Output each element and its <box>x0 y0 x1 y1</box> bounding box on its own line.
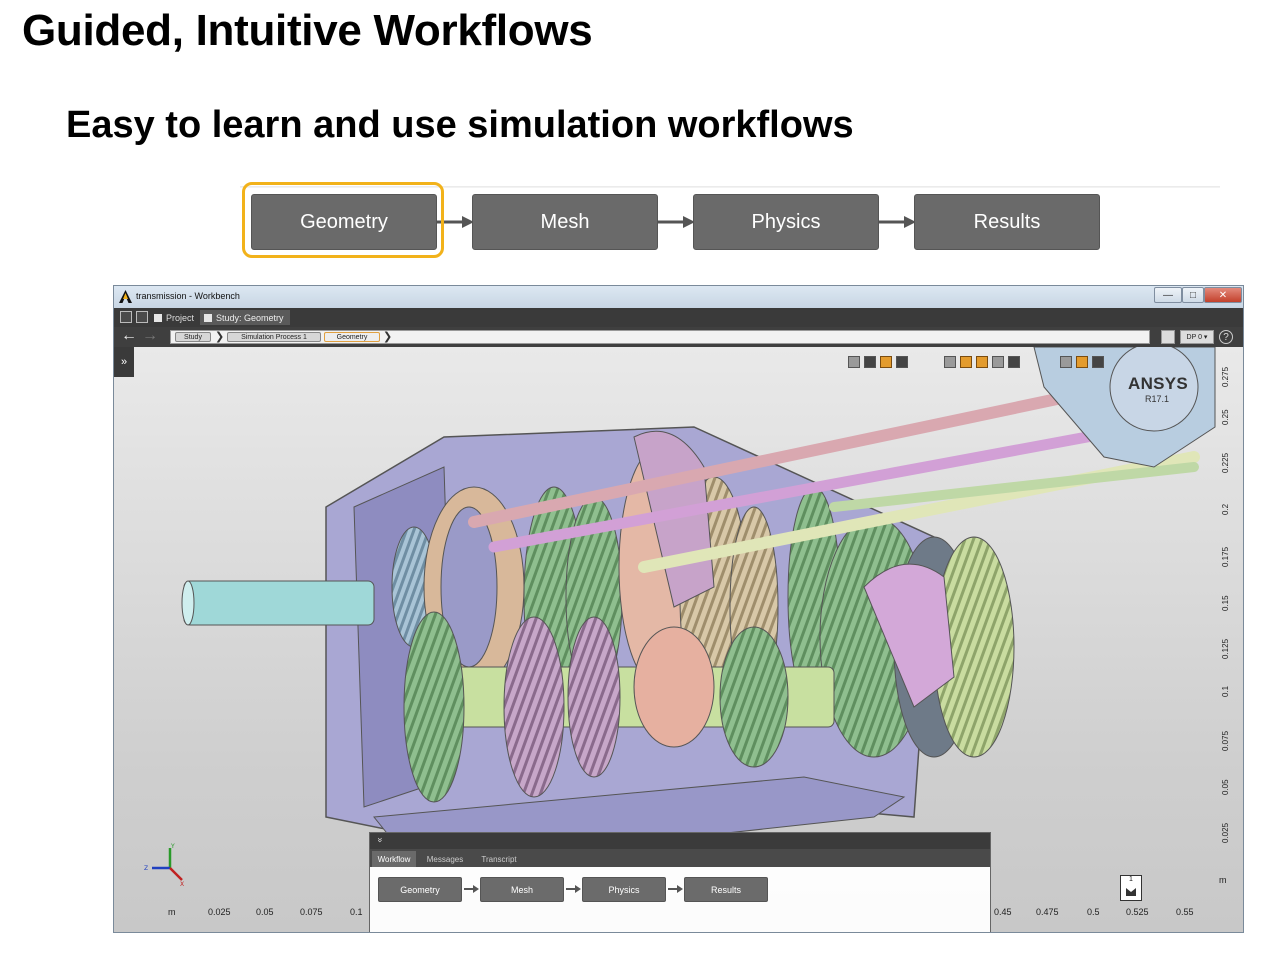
ruler-tick: 0.525 <box>1126 907 1149 917</box>
display-mode-icon[interactable] <box>1008 356 1020 368</box>
menu-icon[interactable] <box>120 311 132 323</box>
ruler-tick: 0.025 <box>208 907 231 917</box>
panel-physics-button[interactable]: Physics <box>582 877 666 902</box>
ruler-tick: 0.55 <box>1176 907 1194 917</box>
tab-workflow[interactable]: Workflow <box>372 851 416 867</box>
ruler-tick: 0.075 <box>300 907 323 917</box>
study-tab-icon <box>204 313 212 322</box>
workflow-arrow-icon <box>668 885 683 893</box>
save-icon[interactable] <box>136 311 148 323</box>
workbench-window: transmission - Workbench — □ ✕ Project S… <box>113 285 1244 933</box>
panel-mesh-button[interactable]: Mesh <box>480 877 564 902</box>
ruler-tick: 0.05 <box>1221 779 1230 795</box>
tab-messages[interactable]: Messages <box>420 851 470 867</box>
panel-geometry-button[interactable]: Geometry <box>378 877 462 902</box>
slide-subtitle: Easy to learn and use simulation workflo… <box>66 104 854 146</box>
tab-project[interactable]: Project <box>150 310 200 325</box>
ruler-tick: 0.45 <box>994 907 1012 917</box>
collapse-panel-icon[interactable]: » <box>376 837 386 842</box>
workflow-arrow-icon <box>657 216 695 228</box>
minimize-button[interactable]: — <box>1154 287 1182 303</box>
breadcrumb-separator-icon: ❯ <box>215 331 225 343</box>
workflow-physics-button[interactable]: Physics <box>693 194 879 250</box>
view-front-icon[interactable] <box>944 356 956 368</box>
window-titlebar: transmission - Workbench — □ ✕ <box>114 286 1243 308</box>
zoom-box-icon[interactable] <box>1076 356 1088 368</box>
panel-tab-bar: Workflow Messages Transcript <box>370 849 990 867</box>
ruler-tick: 0.125 <box>1221 638 1230 659</box>
workflow-arrow-icon <box>878 216 916 228</box>
ruler-tick: 0.275 <box>1221 366 1230 387</box>
ruler-tick: 0.1 <box>1221 685 1230 697</box>
tab-transcript[interactable]: Transcript <box>474 851 524 867</box>
ruler-tick: 0.5 <box>1087 907 1100 917</box>
navigation-bar: ← → Study ❯ Simulation Process 1 Geometr… <box>114 327 1243 347</box>
view-iso-icon[interactable] <box>992 356 1004 368</box>
triad-x-label: X <box>180 881 184 886</box>
workflow-arrow-icon <box>566 885 581 893</box>
breadcrumb-simulation-process[interactable]: Simulation Process 1 <box>227 332 321 342</box>
tab-bar: Project Study: Geometry <box>114 308 1243 327</box>
ruler-tick: 0.225 <box>1221 452 1230 473</box>
coordinate-triad-icon: Y Z X <box>144 843 184 886</box>
ruler-unit: m <box>168 907 176 917</box>
panel-header: » <box>370 833 990 849</box>
snapshot-icon <box>1126 888 1136 896</box>
panel-results-button[interactable]: Results <box>684 877 768 902</box>
ruler-unit: m <box>1219 875 1227 885</box>
select-body-icon[interactable] <box>896 356 908 368</box>
ansys-version: R17.1 <box>1145 394 1170 404</box>
ruler-tick: 0.175 <box>1221 546 1230 567</box>
maximize-button[interactable]: □ <box>1182 287 1204 303</box>
zoom-fit-icon[interactable] <box>1060 356 1072 368</box>
workflow-strip: Geometry Mesh Physics Results <box>240 180 1220 260</box>
snapshot-count: 1 <box>1129 876 1133 883</box>
design-point-dropdown[interactable]: DP 0 ▾ <box>1180 330 1214 344</box>
expand-sidebar-button[interactable]: » <box>114 347 134 377</box>
breadcrumb-separator-icon: ❯ <box>383 331 393 343</box>
ruler-tick: 0.025 <box>1221 822 1230 843</box>
select-icon[interactable] <box>848 356 860 368</box>
ruler-tick: 0.475 <box>1036 907 1059 917</box>
window-title: transmission - Workbench <box>136 291 240 301</box>
slide-title: Guided, Intuitive Workflows <box>22 6 593 55</box>
workflow-panel: » Workflow Messages Transcript Geometry … <box>369 832 991 932</box>
vertical-ruler: 0.275 0.25 0.225 0.2 0.175 0.15 0.125 0.… <box>1215 347 1243 932</box>
select-face-icon[interactable] <box>864 356 876 368</box>
graphics-viewport[interactable]: » ANSYS R17.1 Y Z X 0.275 0.25 0.225 0.2… <box>114 347 1243 932</box>
tab-project-label: Project <box>166 312 195 323</box>
workflow-arrow-icon <box>436 216 474 228</box>
close-button[interactable]: ✕ <box>1204 287 1242 303</box>
snapshot-button[interactable]: 1 <box>1120 875 1142 901</box>
workflow-geometry-button[interactable]: Geometry <box>251 194 437 250</box>
breadcrumb-study[interactable]: Study <box>175 332 211 342</box>
select-edge-icon[interactable] <box>880 356 892 368</box>
triad-y-label: Y <box>170 843 175 850</box>
ruler-tick: 0.2 <box>1221 503 1230 515</box>
properties-icon[interactable] <box>1161 330 1175 344</box>
view-top-icon[interactable] <box>960 356 972 368</box>
ruler-tick: 0.1 <box>350 907 363 917</box>
breadcrumb-geometry[interactable]: Geometry <box>324 332 380 342</box>
triad-z-label: Z <box>144 865 148 872</box>
tab-study-geometry[interactable]: Study: Geometry <box>200 310 290 325</box>
ruler-tick: 0.075 <box>1221 730 1230 751</box>
tab-study-label: Study: Geometry <box>216 312 284 323</box>
ruler-tick: 0.15 <box>1221 595 1230 611</box>
help-icon[interactable]: ? <box>1219 330 1233 344</box>
forward-arrow-icon[interactable]: → <box>142 328 158 344</box>
ansys-logo: ANSYS <box>1128 374 1189 393</box>
view-side-icon[interactable] <box>976 356 988 368</box>
project-tab-icon <box>154 313 162 322</box>
workflow-mesh-button[interactable]: Mesh <box>472 194 658 250</box>
workflow-results-button[interactable]: Results <box>914 194 1100 250</box>
breadcrumb: Study ❯ Simulation Process 1 Geometry ❯ <box>170 330 1150 344</box>
workflow-rail <box>240 186 1220 188</box>
ansys-app-icon <box>119 290 132 303</box>
workflow-arrow-icon <box>464 885 479 893</box>
ruler-tick: 0.05 <box>256 907 274 917</box>
ruler-tick: 0.25 <box>1221 409 1230 425</box>
fullscreen-icon[interactable] <box>1092 356 1104 368</box>
back-arrow-icon[interactable]: ← <box>121 328 137 344</box>
